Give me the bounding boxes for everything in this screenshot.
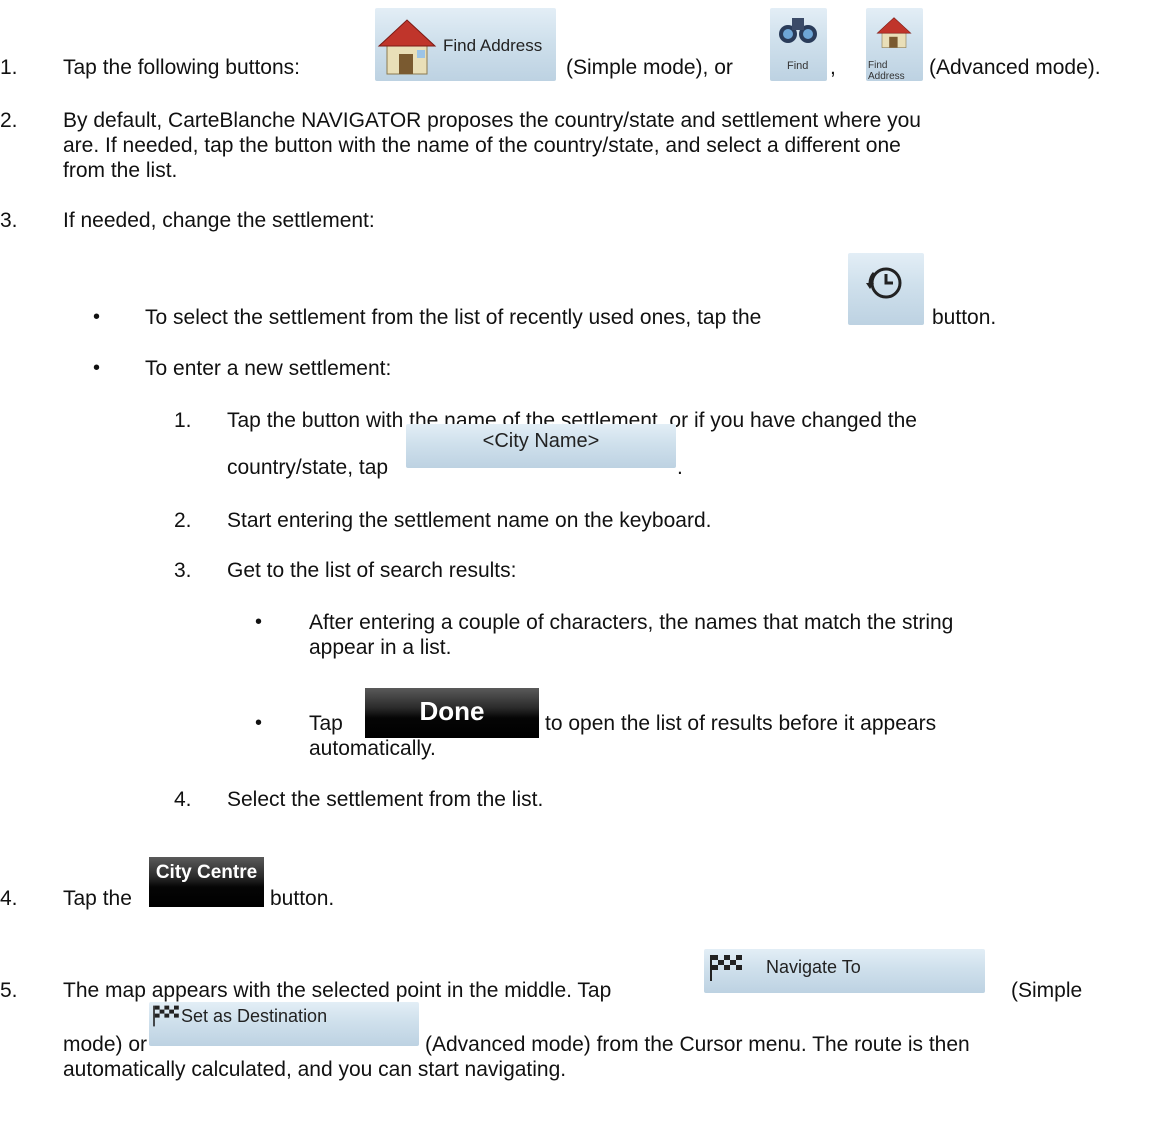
find-label: Find [787,60,809,72]
navigate-to-label: Navigate To [766,957,861,977]
step-1-text: Tap the following buttons: [63,56,300,79]
step-1-text-middle: (Simple mode), or [566,56,733,79]
city-centre-button[interactable]: City Centre [149,857,264,907]
step-5-line-3: automatically calculated, and you can st… [63,1058,567,1081]
step-1-text-after: (Advanced mode). [929,56,1101,79]
binoculars-icon [779,18,817,43]
sub-3-bullet-1-line-2: appear in a list. [309,636,452,659]
sub-2-text: Start entering the settlement name on th… [227,509,712,532]
bullet: • [255,611,263,633]
find-address-small-button[interactable]: Find Address [866,8,923,81]
step-3-number: 3. [0,209,18,232]
step-2-line-1: By default, CarteBlanche NAVIGATOR propo… [63,109,921,132]
sub-4-number: 4. [174,788,192,811]
sub-2-number: 2. [174,509,192,532]
step-2-number: 2. [0,109,18,132]
find-address-label: Find Address [443,36,543,55]
done-button[interactable]: Done [365,688,539,738]
sub-4-text: Select the settlement from the list. [227,788,544,811]
step-5-number: 5. [0,979,18,1002]
checkered-flag-icon [710,955,742,981]
sub-1-number: 1. [174,409,192,432]
set-as-destination-button[interactable]: Set as Destination [149,1002,419,1046]
step-5-line-1: The map appears with the selected point … [63,979,612,1002]
sub-3-text: Get to the list of search results: [227,559,517,582]
step-4-text-after: button. [270,887,335,910]
history-button[interactable] [848,253,924,325]
city-name-button[interactable]: <City Name> [406,424,676,468]
step-2-line-2: are. If needed, tap the button with the … [63,134,901,157]
step-1-comma: , [830,56,836,79]
bullet: • [255,712,263,734]
sub-1-period: . [677,456,683,479]
bullet: • [93,306,101,328]
sub-3-bullet-2-line-2: automatically. [309,737,436,760]
step-5-line-2-after: (Advanced mode) from the Cursor menu. Th… [425,1033,970,1056]
bullet: • [93,357,101,379]
step-5-line-2: mode) or [63,1033,148,1056]
step-2-line-3: from the list. [63,159,178,182]
sub-3-bullet-1-line-1: After entering a couple of characters, t… [309,611,954,634]
sub-3-bullet-2-text: to open the list of results before it ap… [545,712,937,735]
step-1-number: 1. [0,56,18,79]
step-3-text: If needed, change the settlement: [63,209,375,232]
step-3-bullet-1-after: button. [932,306,997,329]
history-clock-icon [866,267,902,299]
house-icon [876,17,912,48]
find-address-button[interactable]: Find Address [375,8,556,81]
step-5-line-1-after: (Simple [1011,979,1083,1002]
house-icon [377,19,437,75]
step-3-bullet-1-text: To select the settlement from the list o… [145,306,762,329]
done-label: Done [419,696,485,726]
step-3-bullet-2-text: To enter a new settlement: [145,357,392,380]
find-address-small-label: Find Address [868,60,905,81]
sub-3-number: 3. [174,559,192,582]
find-button[interactable]: Find [770,8,827,81]
sub-3-bullet-2-tap: Tap [309,712,343,735]
set-as-destination-label: Set as Destination [181,1006,328,1026]
step-4-text: Tap the [63,887,132,910]
sub-1-line-2: country/state, tap [227,456,389,479]
city-name-label: <City Name> [482,430,600,452]
navigate-to-button[interactable]: Navigate To [704,949,985,993]
step-4-number: 4. [0,887,18,910]
checkered-flag-icon [153,1005,179,1027]
city-centre-label: City Centre [155,862,258,883]
